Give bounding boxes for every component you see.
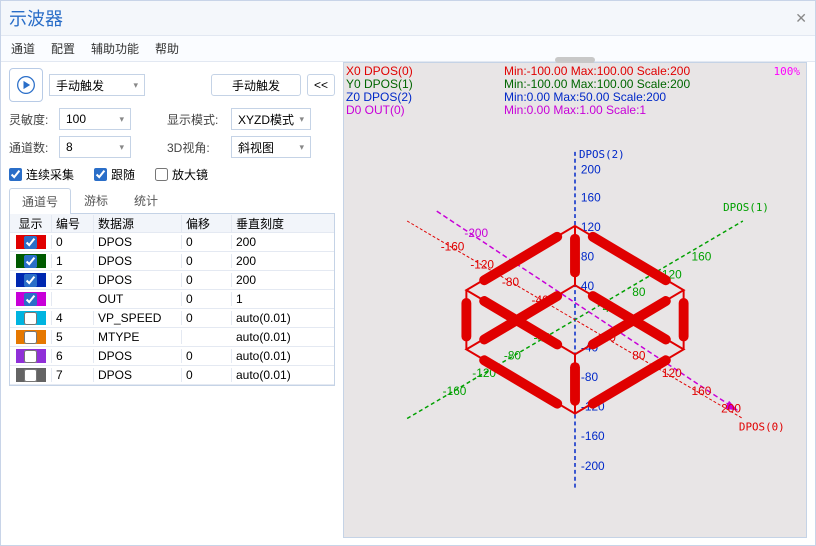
chevron-down-icon: ▾ [119, 142, 124, 153]
z-ticks: 200 160 120 80 40 -40 -80 -120 -160 -200 [581, 163, 605, 473]
svg-text:160: 160 [581, 190, 601, 204]
table-row[interactable]: 4VP_SPEED0auto(0.01) [10, 309, 334, 328]
channels-label: 通道数: [9, 139, 53, 156]
view3d-select[interactable]: 斜视图▾ [231, 136, 311, 158]
window-title: 示波器 [9, 5, 63, 31]
plot-area[interactable]: X0 DPOS(0)Y0 DPOS(1)Z0 DPOS(2)D0 OUT(0) … [343, 62, 807, 538]
svg-text:200: 200 [581, 163, 601, 177]
svg-text:DPOS(2): DPOS(2) [579, 148, 625, 161]
channel-color-swatch[interactable] [16, 330, 46, 344]
svg-text:-80: -80 [502, 275, 520, 289]
channel-color-swatch[interactable] [16, 235, 46, 249]
channel-visible-checkbox[interactable] [24, 331, 37, 344]
svg-text:-160: -160 [441, 240, 465, 254]
menubar: 通道 配置 辅助功能 帮助 [1, 36, 815, 62]
svg-text:-80: -80 [581, 370, 599, 384]
channel-visible-checkbox[interactable] [24, 293, 37, 306]
channel-visible-checkbox[interactable] [24, 369, 37, 382]
chevron-down-icon: ▾ [119, 114, 124, 125]
channel-visible-checkbox[interactable] [24, 236, 37, 249]
table-row[interactable]: 1DPOS0200 [10, 252, 334, 271]
tab-stats[interactable]: 统计 [121, 187, 171, 213]
x-ticks: 40 80 120 160 200 -40 -80 -120 -160 [441, 240, 742, 416]
channel-color-swatch[interactable] [16, 368, 46, 382]
svg-text:200: 200 [721, 402, 741, 416]
channel-visible-checkbox[interactable] [24, 350, 37, 363]
table-header: 显示 编号 数据源 偏移 垂直刻度 [10, 214, 334, 233]
tabs: 通道号 游标 统计 [9, 187, 335, 214]
channel-color-swatch[interactable] [16, 292, 46, 306]
menu-channel[interactable]: 通道 [11, 40, 35, 57]
svg-text:160: 160 [692, 384, 712, 398]
svg-text:80: 80 [581, 250, 595, 264]
svg-text:-160: -160 [443, 384, 467, 398]
view3d-label: 3D视角: [167, 139, 225, 156]
sensitivity-label: 灵敏度: [9, 111, 53, 128]
channel-table: 显示 编号 数据源 偏移 垂直刻度 0DPOS02001DPOS02002DPO… [9, 214, 335, 386]
svg-text:-120: -120 [470, 257, 494, 271]
chevron-down-icon: ▾ [299, 142, 304, 153]
play-button[interactable] [9, 68, 43, 102]
display-mode-select[interactable]: XYZD模式▾ [231, 108, 311, 130]
table-row[interactable]: OUT01 [10, 290, 334, 309]
channel-visible-checkbox[interactable] [24, 255, 37, 268]
svg-text:160: 160 [692, 250, 712, 264]
titlebar: 示波器 ✕ [1, 1, 815, 36]
svg-text:-200: -200 [464, 226, 488, 240]
svg-text:DPOS(1): DPOS(1) [723, 201, 769, 214]
table-row[interactable]: 6DPOS0auto(0.01) [10, 347, 334, 366]
menu-help[interactable]: 帮助 [155, 40, 179, 57]
table-row[interactable]: 7DPOS0auto(0.01) [10, 366, 334, 385]
chevron-down-icon: ▾ [133, 80, 138, 91]
channels-select[interactable]: 8▾ [59, 136, 131, 158]
channel-color-swatch[interactable] [16, 349, 46, 363]
tab-channel[interactable]: 通道号 [9, 188, 71, 214]
display-mode-label: 显示模式: [167, 111, 225, 128]
svg-text:DPOS(0): DPOS(0) [739, 420, 785, 433]
svg-text:80: 80 [632, 285, 646, 299]
d-ticks: -200 [464, 226, 488, 240]
svg-text:-160: -160 [581, 429, 605, 443]
manual-trigger-button[interactable]: 手动触发 [211, 74, 301, 96]
sensitivity-select[interactable]: 100▾ [59, 108, 131, 130]
collapse-button[interactable]: << [307, 74, 335, 96]
menu-tools[interactable]: 辅助功能 [91, 40, 139, 57]
left-panel: 手动触发▾ 手动触发 << 灵敏度: 100▾ 显示模式: XYZD模式▾ 通道… [1, 62, 343, 546]
close-icon[interactable]: ✕ [795, 10, 807, 27]
magnifier-checkbox[interactable]: 放大镜 [155, 166, 208, 183]
continuous-checkbox[interactable]: 连续采集 [9, 166, 74, 183]
main-content: 手动触发▾ 手动触发 << 灵敏度: 100▾ 显示模式: XYZD模式▾ 通道… [1, 62, 815, 546]
table-row[interactable]: 5MTYPE auto(0.01) [10, 328, 334, 347]
table-row[interactable]: 2DPOS0200 [10, 271, 334, 290]
channel-visible-checkbox[interactable] [24, 312, 37, 325]
table-row[interactable]: 0DPOS0200 [10, 233, 334, 252]
svg-text:120: 120 [662, 366, 682, 380]
channel-visible-checkbox[interactable] [24, 274, 37, 287]
svg-text:-200: -200 [581, 459, 605, 473]
follow-checkbox[interactable]: 跟随 [94, 166, 135, 183]
tab-cursor[interactable]: 游标 [71, 187, 121, 213]
channel-color-swatch[interactable] [16, 273, 46, 287]
channel-color-swatch[interactable] [16, 311, 46, 325]
menu-config[interactable]: 配置 [51, 40, 75, 57]
svg-text:80: 80 [632, 348, 646, 362]
channel-color-swatch[interactable] [16, 254, 46, 268]
play-icon [16, 75, 36, 95]
plot-canvas: DPOS(2) DPOS(1) DPOS(0) 200 160 120 80 4… [344, 63, 806, 537]
trigger-mode-select[interactable]: 手动触发▾ [49, 74, 145, 96]
chevron-down-icon: ▾ [299, 114, 304, 125]
svg-text:-80: -80 [504, 348, 522, 362]
